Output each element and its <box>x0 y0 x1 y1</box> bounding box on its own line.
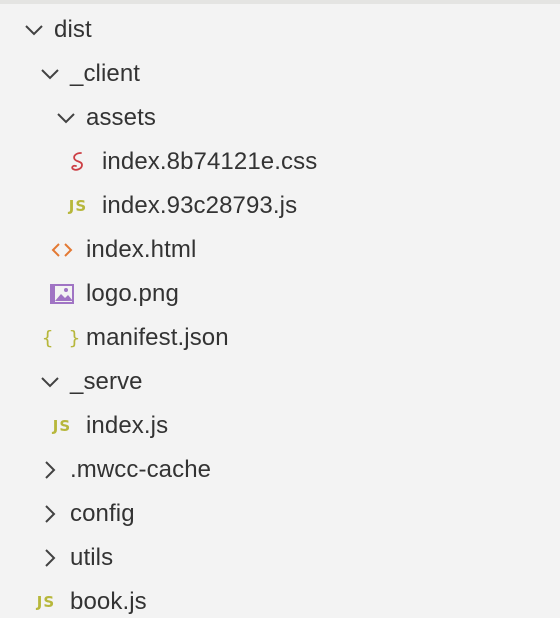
folder-label: config <box>70 500 135 527</box>
file-label: index.93c28793.js <box>102 192 298 219</box>
folder-label: utils <box>70 544 114 571</box>
folder-label: _client <box>70 60 141 87</box>
file-label: index.js <box>86 412 169 439</box>
folder-label: .mwcc-cache <box>70 456 212 483</box>
chevron-right-icon[interactable] <box>38 458 62 482</box>
folder-mwcc-cache[interactable]: .mwcc-cache <box>0 448 560 492</box>
file-label: index.html <box>86 236 197 263</box>
chevron-down-icon[interactable] <box>54 106 78 130</box>
file-explorer: dist _client assets index.8b74121e.css J… <box>0 0 560 618</box>
chevron-down-icon[interactable] <box>38 370 62 394</box>
chevron-right-icon[interactable] <box>38 546 62 570</box>
js-icon: JS <box>52 417 72 435</box>
chevron-down-icon[interactable] <box>22 18 46 42</box>
folder-label: dist <box>54 16 92 43</box>
css-icon <box>64 150 92 174</box>
folder-label: _serve <box>70 368 143 395</box>
file-tree: dist _client assets index.8b74121e.css J… <box>0 4 560 618</box>
file-book-js[interactable]: JS book.js <box>0 580 560 618</box>
file-label: logo.png <box>86 280 179 307</box>
file-label: manifest.json <box>86 324 229 351</box>
file-label: index.8b74121e.css <box>102 148 318 175</box>
folder-serve[interactable]: _serve <box>0 360 560 404</box>
chevron-down-icon[interactable] <box>38 62 62 86</box>
html-icon <box>48 238 76 262</box>
folder-client[interactable]: _client <box>0 52 560 96</box>
file-label: book.js <box>70 588 147 615</box>
file-html[interactable]: index.html <box>0 228 560 272</box>
js-icon: JS <box>36 593 56 611</box>
file-json[interactable]: { } manifest.json <box>0 316 560 360</box>
folder-label: assets <box>86 104 156 131</box>
file-png[interactable]: logo.png <box>0 272 560 316</box>
folder-utils[interactable]: utils <box>0 536 560 580</box>
file-js-assets[interactable]: JS index.93c28793.js <box>0 184 560 228</box>
folder-dist[interactable]: dist <box>0 8 560 52</box>
chevron-right-icon[interactable] <box>38 502 62 526</box>
file-js-serve[interactable]: JS index.js <box>0 404 560 448</box>
folder-config[interactable]: config <box>0 492 560 536</box>
file-css[interactable]: index.8b74121e.css <box>0 140 560 184</box>
image-icon <box>48 282 76 306</box>
js-icon: JS <box>68 197 88 215</box>
json-icon: { } <box>41 327 83 349</box>
folder-assets[interactable]: assets <box>0 96 560 140</box>
